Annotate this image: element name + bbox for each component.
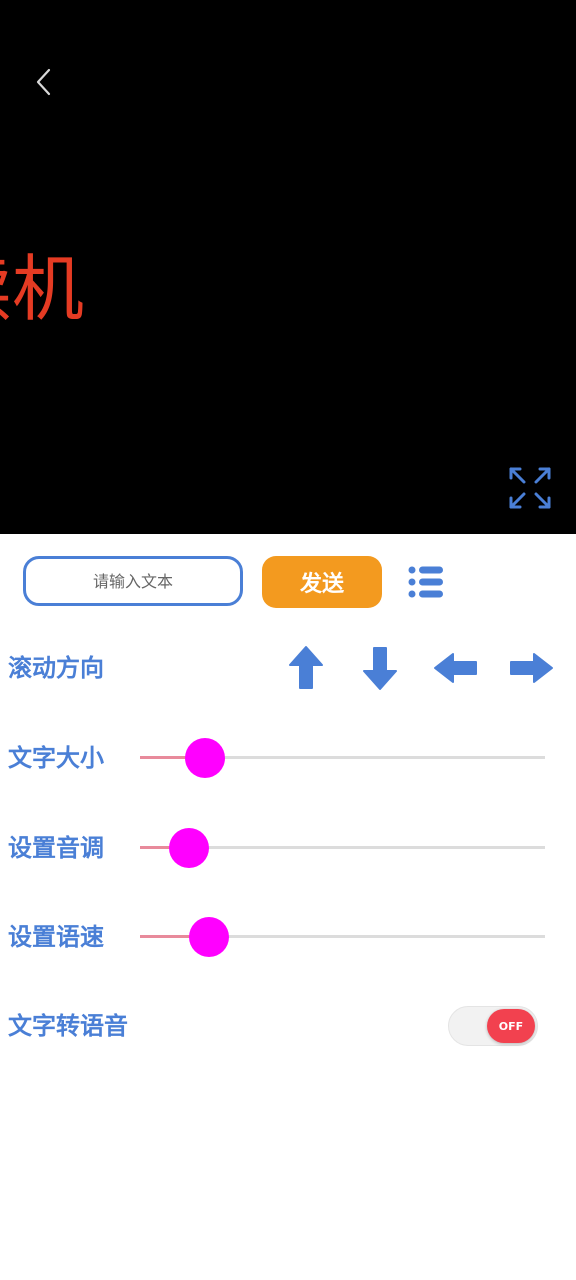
expand-arrows-icon	[509, 467, 551, 509]
marquee-text: 读机	[0, 247, 85, 331]
arrow-right-icon	[510, 653, 553, 683]
text-to-speech-label: 文字转语音	[8, 1012, 128, 1040]
toggle-knob: OFF	[487, 1009, 535, 1043]
arrow-down-icon	[363, 647, 397, 690]
speech-rate-slider[interactable]	[140, 916, 545, 957]
arrow-up-icon	[289, 646, 323, 689]
scroll-down-button[interactable]	[356, 644, 404, 692]
fullscreen-button[interactable]	[506, 464, 554, 512]
scroll-up-button[interactable]	[282, 644, 330, 692]
text-size-slider[interactable]	[140, 737, 545, 778]
scroll-direction-label: 滚动方向	[8, 654, 104, 682]
slider-thumb[interactable]	[169, 828, 209, 868]
text-to-speech-toggle[interactable]: OFF	[448, 1006, 538, 1046]
slider-thumb[interactable]	[185, 738, 225, 778]
back-button[interactable]	[26, 62, 62, 102]
slider-thumb[interactable]	[189, 917, 229, 957]
pitch-slider[interactable]	[140, 827, 545, 868]
speech-rate-label: 设置语速	[8, 923, 104, 951]
list-icon	[408, 566, 443, 598]
scroll-right-button[interactable]	[507, 644, 555, 692]
text-input[interactable]	[23, 556, 243, 606]
back-chevron-icon	[36, 68, 51, 96]
marquee-display: 读机	[0, 0, 576, 534]
arrow-left-icon	[434, 653, 477, 683]
send-button[interactable]: 发送	[262, 556, 382, 608]
list-button[interactable]	[406, 562, 446, 602]
scroll-left-button[interactable]	[432, 644, 480, 692]
pitch-label: 设置音调	[8, 834, 104, 862]
text-size-label: 文字大小	[8, 744, 104, 772]
